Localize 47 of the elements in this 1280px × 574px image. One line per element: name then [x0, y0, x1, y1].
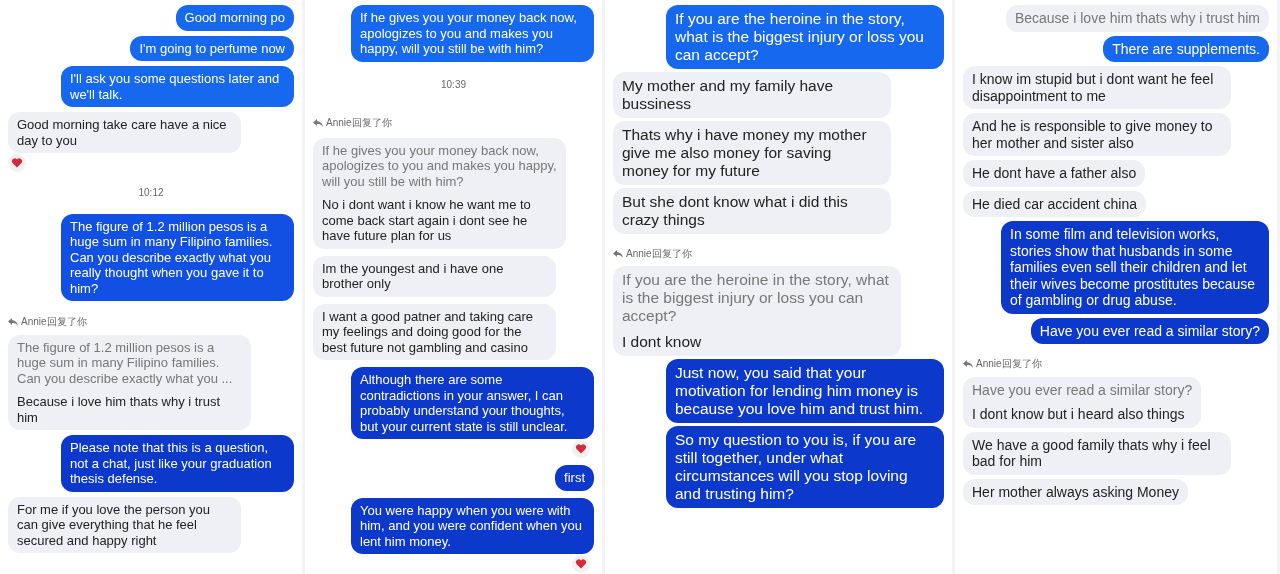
- sent-message: Good morning po: [175, 5, 294, 31]
- timestamp: 10:12: [138, 186, 164, 200]
- quoted-message: Because i love him thats why i trust him: [1005, 5, 1269, 32]
- sent-message: I'll ask you some questions later and we'll talk.: [61, 66, 294, 107]
- sent-message: If you are the heroine in the story, what is the biggest injury or loss you can accept?: [666, 5, 944, 69]
- quoted-text: The figure of 1.2 million pesos is a huge sum in many Filipino families. Can you describe exactly what you ...: [17, 339, 234, 386]
- received-message: And he is responsible to give money to her mother and sister also: [963, 113, 1231, 156]
- reply-icon: [313, 118, 323, 127]
- reply-label: Annie回复了你: [626, 247, 692, 261]
- received-message: I know im stupid but i dont want he feel disappointment to me: [963, 66, 1231, 109]
- sent-message: There are supplements.: [1103, 35, 1269, 62]
- quoted-text: If you are the heroine in the story, what is the biggest injury or loss you can accept?: [622, 271, 890, 325]
- sent-message: Just now, you said that your motivation for lending him money is because you love him and trust him.: [666, 359, 944, 423]
- quoted-text: Have you ever read a similar story?: [972, 381, 1193, 398]
- sent-message: The figure of 1.2 million pesos is a huge sum in many Filipino families. Can you describe exactly what you really thought when you gave it to him?: [61, 213, 294, 301]
- received-message: Good morning take care have a nice day to you: [8, 112, 241, 153]
- received-message: Her mother always asking Money: [963, 478, 1188, 505]
- sent-message: I'm going to perfume now: [130, 35, 294, 61]
- received-message: For me if you love the person you can give everything that he feel secured and happy right: [8, 496, 241, 553]
- received-message: He died car accident china: [963, 190, 1146, 217]
- received-message: I want a good patner and taking care my feelings and doing good for the best future not gambling and casino: [313, 303, 556, 360]
- reply-icon: [8, 317, 18, 326]
- reply-text: I dont know but i heard also things: [972, 406, 1186, 423]
- reply-label: Annie回复了你: [326, 116, 392, 130]
- sent-message: first: [555, 465, 594, 491]
- reply-text: Because i love him thats why i trust him: [17, 394, 222, 425]
- received-message: My mother and my family have bussiness: [613, 72, 891, 118]
- sent-message: Please note that this is a question, not a chat, just like your graduation thesis defense.: [61, 435, 294, 492]
- reply-text: I dont know: [622, 333, 703, 351]
- received-message: He dont have a father also: [963, 160, 1146, 187]
- reply-text: No i dont want i know he want me to come back start again i dont see he have future plan for us: [322, 197, 532, 244]
- received-message: Thats why i have money my mother give me also money for saving money for my future: [613, 121, 891, 185]
- sent-message: If he gives you your money back now, apologizes to you and makes you happy, will you still be with him?: [351, 5, 594, 62]
- quoted-text: If he gives you your money back now, apologizes to you and makes you happy, will you still be with him?: [322, 142, 557, 189]
- sent-message: You were happy when you were with him, and you were confident when you lent him money.: [351, 497, 594, 554]
- reply-icon: [963, 360, 973, 369]
- sent-message: Although there are some contradictions in your answer, I can probably understand your thoughts, but your current state is still unclear.: [351, 367, 594, 439]
- sent-message: In some film and television works, stories show that husbands in some families even sell their children and let their wives become prostitutes because of gambling or drug abuse.: [1001, 221, 1269, 314]
- sent-message: Have you ever read a similar story?: [1030, 317, 1269, 344]
- received-message: Im the youngest and i have one brother only: [313, 255, 556, 297]
- reply-label: Annie回复了你: [976, 357, 1042, 371]
- reply-icon: [613, 250, 623, 258]
- timestamp: 10:39: [441, 77, 466, 92]
- received-message: We have a good family thats why i feel bad for him: [963, 431, 1231, 475]
- reply-label: Annie回复了你: [21, 315, 87, 329]
- received-message: But she dont know what i did this crazy things: [613, 188, 891, 234]
- sent-message: So my question to you is, if you are still together, under what circumstances will you stop loving and trusting him?: [666, 426, 944, 508]
